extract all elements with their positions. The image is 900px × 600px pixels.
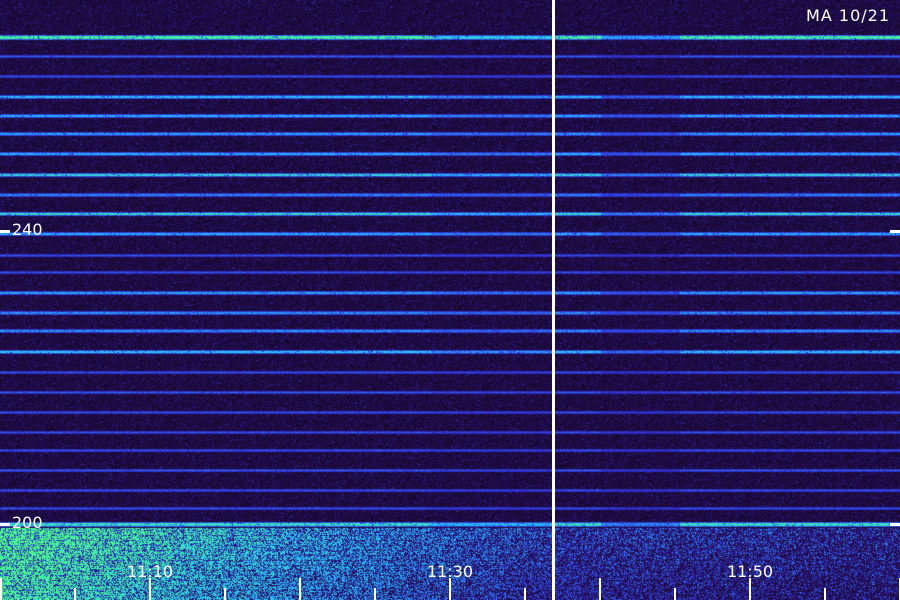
- time-tick-major: [149, 578, 151, 600]
- frequency-tick-right-240: [890, 230, 900, 233]
- station-date-label: MA 10/21: [806, 6, 890, 25]
- time-tick-major: [599, 578, 601, 600]
- frequency-label-200: 200: [12, 513, 43, 532]
- time-tick-minor: [824, 588, 826, 600]
- waterfall-canvas: [0, 0, 900, 600]
- spectrogram-view: MA 10/21 240 200 11:10 11:30 11:50: [0, 0, 900, 600]
- time-tick-major: [449, 578, 451, 600]
- frequency-tick-left-240: [0, 230, 10, 233]
- time-tick-minor: [524, 588, 526, 600]
- time-tick-minor: [74, 588, 76, 600]
- time-tick-major: [0, 578, 2, 600]
- time-tick-minor: [224, 588, 226, 600]
- frequency-label-240: 240: [12, 220, 43, 239]
- time-tick-major: [749, 578, 751, 600]
- time-tick-minor: [674, 588, 676, 600]
- time-tick-minor: [374, 588, 376, 600]
- time-cursor-line: [552, 0, 555, 600]
- frequency-tick-right-200: [890, 523, 900, 526]
- time-tick-major: [299, 578, 301, 600]
- frequency-tick-left-200: [0, 523, 10, 526]
